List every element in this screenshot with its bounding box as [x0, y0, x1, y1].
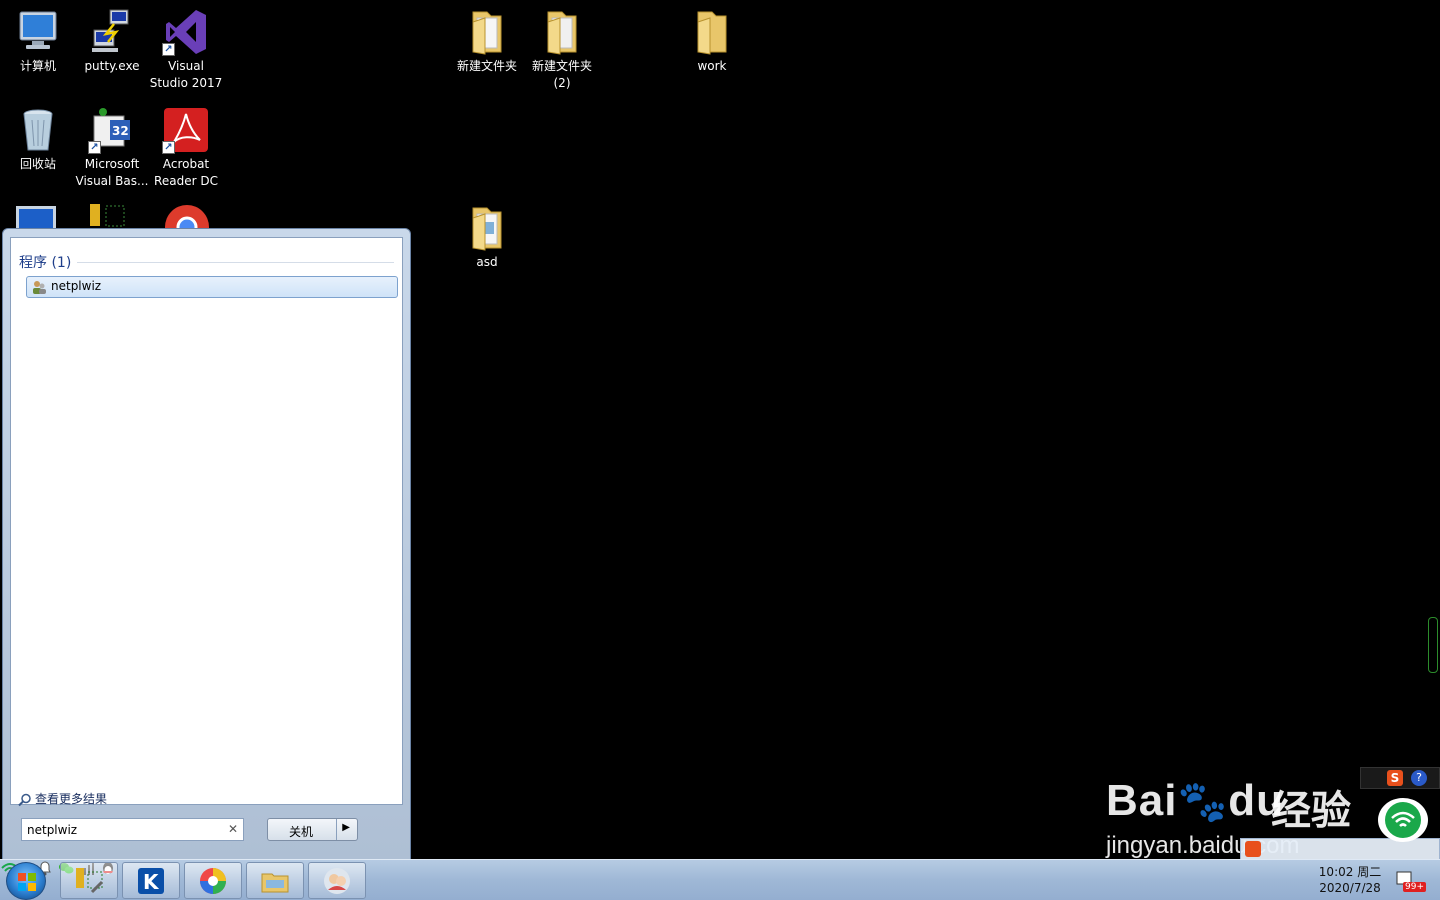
visual-studio-icon: ↗	[162, 8, 210, 56]
clear-search-icon[interactable]: ✕	[228, 822, 238, 836]
svg-text:32: 32	[112, 124, 129, 138]
sogou-icon[interactable]: S	[1387, 770, 1403, 786]
acrobat-icon: ↗	[162, 106, 210, 154]
shortcut-arrow-icon: ↗	[162, 141, 175, 154]
color-wheel-icon	[200, 868, 226, 894]
results-category-header: 程序 (1)	[19, 252, 394, 272]
desktop-icon-label: Microsoft Visual Bas...	[75, 157, 149, 188]
shutdown-button[interactable]: 关机 ▶	[267, 818, 358, 841]
action-center-button[interactable]: 99+	[1395, 870, 1426, 898]
folder-icon	[688, 8, 736, 56]
start-menu-results-pane: 程序 (1) netplwiz 查看更多结果	[10, 237, 403, 807]
desktop-icon-label: putty.exe	[84, 59, 140, 73]
desktop-icon-computer[interactable]: 计算机	[0, 8, 76, 75]
ime-mode-icon[interactable]	[1245, 841, 1261, 857]
tools-app-icon	[76, 868, 104, 894]
desktop-icon-recycle-bin[interactable]: 回收站	[0, 106, 76, 173]
folder-icon	[463, 204, 511, 252]
folder-icon	[538, 8, 586, 56]
folder-icon	[463, 8, 511, 56]
desktop-icon-label: Acrobat Reader DC	[154, 157, 218, 188]
recycle-bin-icon	[14, 106, 62, 154]
computer-icon	[14, 8, 62, 56]
search-result-item[interactable]: netplwiz	[26, 276, 398, 298]
desktop-icon-acrobat[interactable]: ↗ Acrobat Reader DC	[148, 106, 224, 190]
k-app-icon: K	[138, 868, 164, 894]
desktop-icon-putty[interactable]: putty.exe	[74, 8, 150, 75]
taskbar-app-chat[interactable]	[308, 862, 366, 899]
desktop-icon-label: 回收站	[19, 157, 56, 171]
help-icon[interactable]: ?	[1411, 770, 1427, 786]
avatar-app-icon	[324, 868, 350, 894]
taskbar-app-tools[interactable]	[60, 862, 118, 899]
desktop-icon-partial-tool	[88, 204, 132, 228]
desktop-icon-vb[interactable]: 32 ↗ Microsoft Visual Bas...	[74, 106, 150, 190]
watermark-brand: Bai🐾du	[1106, 776, 1285, 825]
desktop-icon-partial-monitor	[14, 204, 58, 228]
visual-basic-icon: 32 ↗	[88, 106, 136, 154]
desktop-icon-folder-asd[interactable]: asd	[449, 204, 525, 271]
taskbar-app-color[interactable]	[184, 862, 242, 899]
svg-text:K: K	[143, 870, 160, 894]
wifi-popup-icon[interactable]	[1378, 798, 1428, 842]
desktop-icon-folder-work[interactable]: work	[674, 8, 750, 75]
shutdown-options-arrow-icon[interactable]: ▶	[342, 822, 350, 833]
desktop-icon-label: Visual Studio 2017	[149, 59, 223, 90]
clock-time: 10:02 周二	[1318, 865, 1382, 879]
watermark-product: 经验	[1271, 788, 1351, 834]
search-input[interactable]	[22, 820, 217, 840]
clock-date: 2020/7/28	[1319, 881, 1381, 895]
desktop-icon-folder-new-2[interactable]: 新建文件夹 (2)	[524, 8, 600, 92]
notification-count-badge: 99+	[1403, 882, 1426, 892]
desktop-icon-label: 新建文件夹 (2)	[531, 59, 592, 90]
desktop-icon-label: 新建文件夹	[456, 59, 517, 73]
shutdown-label: 关机	[288, 825, 313, 839]
shutdown-divider	[336, 819, 337, 840]
file-explorer-icon	[261, 873, 289, 893]
desktop-icon-label: asd	[476, 255, 498, 269]
start-menu: 程序 (1) netplwiz 查看更多结果 ✕ 关机 ▶	[2, 228, 411, 860]
shortcut-arrow-icon: ↗	[162, 43, 175, 56]
putty-icon	[88, 8, 136, 56]
taskbar-app-k[interactable]: K	[122, 862, 180, 899]
users-icon	[31, 279, 47, 295]
start-search-box[interactable]: ✕	[21, 818, 244, 841]
windows-logo-icon	[18, 873, 36, 891]
category-label: 程序 (1)	[19, 255, 72, 271]
search-result-label: netplwiz	[51, 279, 102, 293]
desktop-icon-visual-studio[interactable]: ↗ Visual Studio 2017	[148, 8, 224, 92]
taskbar-app-explorer[interactable]	[246, 862, 304, 899]
start-button[interactable]	[6, 862, 46, 900]
see-more-label: 查看更多结果	[35, 792, 108, 806]
side-gadget	[1428, 617, 1438, 673]
taskbar: K ▲ 10:02 周二 2020/7/28 99+	[0, 859, 1440, 900]
desktop-icon-label: work	[697, 59, 727, 73]
shortcut-arrow-icon: ↗	[88, 141, 101, 154]
category-divider	[77, 262, 394, 263]
system-clock[interactable]: 10:02 周二 2020/7/28	[1310, 864, 1390, 896]
magnifier-icon	[18, 793, 32, 807]
desktop-icon-partial-chrome	[164, 204, 210, 228]
paw-icon: 🐾	[1177, 780, 1229, 824]
desktop-icon-folder-new[interactable]: 新建文件夹	[449, 8, 525, 75]
desktop-icon-label: 计算机	[19, 59, 56, 73]
see-more-results-link[interactable]: 查看更多结果	[18, 790, 107, 807]
